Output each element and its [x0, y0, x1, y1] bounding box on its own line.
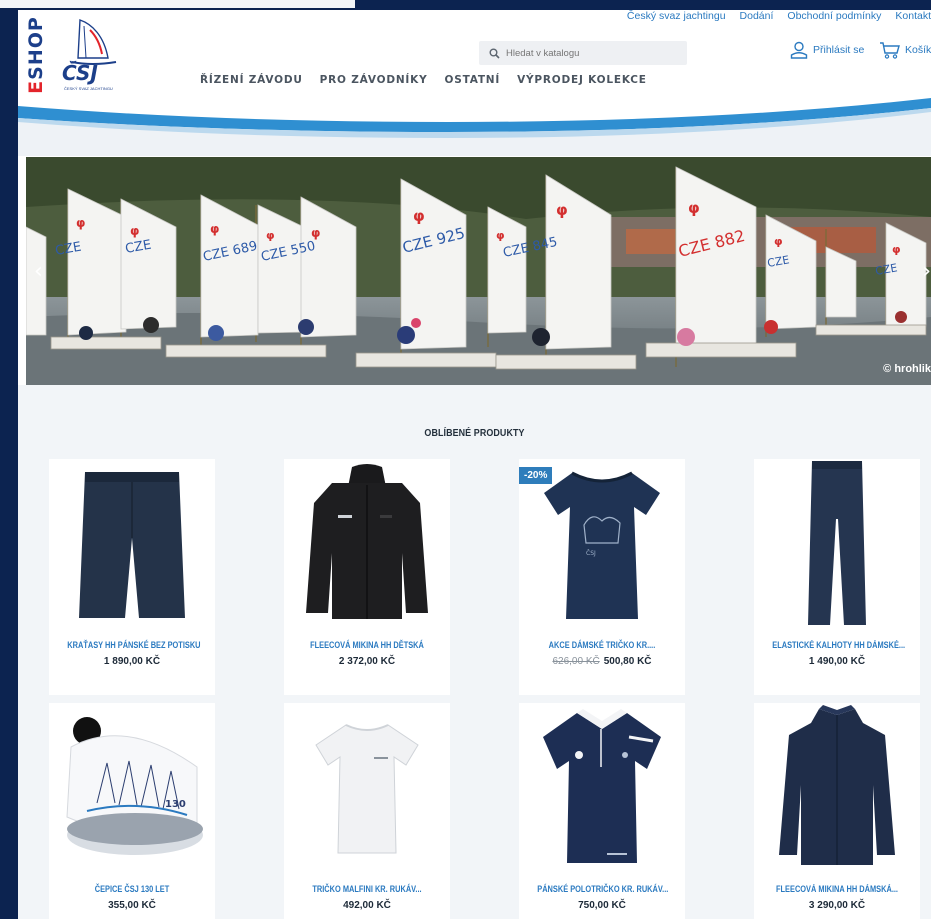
svg-text:130: 130	[165, 799, 186, 810]
beanie-icon: 130	[66, 717, 203, 855]
product-card[interactable]: TRIČKO MALFINI KR. RUKÁV... 492,00 KČ	[284, 703, 450, 919]
svg-text:φ: φ	[496, 229, 505, 242]
search-box[interactable]	[479, 41, 687, 65]
pants-icon	[808, 461, 866, 625]
photo-credit: © hrohlik	[883, 363, 931, 375]
hoodie-icon	[306, 464, 428, 619]
section-title: OBLÍBENÉ PRODUKTY	[424, 427, 525, 439]
svg-text:φ: φ	[130, 224, 139, 238]
product-name[interactable]: KRAŤASY HH PÁNSKÉ BEZ POTISKU	[67, 640, 200, 651]
product-card[interactable]: ELASTICKÉ KALHOTY HH DÁMSKÉ... 1 490,00 …	[754, 459, 920, 695]
svg-text:φ: φ	[413, 207, 425, 225]
svg-text:φ: φ	[556, 201, 568, 219]
svg-text:φ: φ	[266, 229, 275, 242]
jacket-icon	[779, 705, 895, 865]
search-input[interactable]	[506, 47, 666, 59]
old-price: 626,00 KČ	[552, 656, 600, 667]
svg-text:ČSJ: ČSJ	[586, 550, 596, 557]
eshop-page: ESHOP ČSJ ČESKÝ SVAZ JACHTINGU Český sva…	[18, 10, 931, 919]
chevron-left-icon: ‹	[34, 259, 43, 284]
product-card[interactable]: PÁNSKÉ POLOTRIČKO KR. RUKÁV... 750,00 KČ	[519, 703, 685, 919]
product-card[interactable]: 130 ČEPICE ČSJ 130 LET 355,00 KČ	[49, 703, 215, 919]
product-image[interactable]: ČSJ	[519, 459, 685, 627]
svg-text:φ: φ	[688, 199, 700, 217]
product-price: 2 372,00 KČ	[338, 656, 396, 667]
search-icon	[489, 48, 500, 59]
product-price: 626,00 KČ 500,80 KČ	[552, 656, 652, 667]
link-delivery[interactable]: Dodání	[740, 10, 774, 22]
product-name[interactable]: TRIČKO MALFINI KR. RUKÁV...	[302, 884, 431, 895]
cart-icon	[880, 42, 900, 59]
product-image[interactable]	[754, 703, 920, 871]
shorts-icon	[79, 472, 185, 618]
svg-text:ČSJ: ČSJ	[62, 61, 98, 85]
carousel-prev[interactable]: ‹	[34, 259, 43, 284]
svg-text:φ: φ	[892, 243, 901, 256]
chevron-right-icon: ›	[922, 259, 931, 284]
svg-text:φ: φ	[76, 216, 85, 230]
csj-logo[interactable]: ČSJ ČESKÝ SVAZ JACHTINGU	[52, 14, 120, 94]
product-image[interactable]	[284, 703, 450, 871]
nav-item-pro-zavodniky[interactable]: PRO ZÁVODNÍKY	[320, 74, 428, 86]
login-link[interactable]: Přihlásit se	[790, 41, 864, 59]
header-wave	[18, 98, 931, 156]
product-image[interactable]	[754, 459, 920, 627]
link-csj[interactable]: Český svaz jachtingu	[627, 10, 726, 22]
product-price: 1 890,00 KČ	[103, 656, 161, 667]
main-nav: ŘÍZENÍ ZÁVODU PRO ZÁVODNÍKY OSTATNÍ VÝPR…	[200, 74, 647, 86]
svg-text:φ: φ	[311, 226, 320, 240]
link-contact[interactable]: Kontakt	[895, 10, 931, 22]
link-terms[interactable]: Obchodní podmínky	[787, 10, 881, 22]
product-name[interactable]: FLEECOVÁ MIKINA HH DĚTSKÁ	[302, 640, 431, 651]
svg-text:ČESKÝ SVAZ JACHTINGU: ČESKÝ SVAZ JACHTINGU	[64, 86, 113, 91]
nav-item-ostatni[interactable]: OSTATNÍ	[444, 74, 500, 86]
product-image[interactable]	[519, 703, 685, 871]
tshirt-icon	[315, 724, 419, 854]
login-label: Přihlásit se	[813, 44, 865, 56]
product-price: 1 490,00 KČ	[808, 656, 866, 667]
product-card[interactable]: FLEECOVÁ MIKINA HH DÁMSKÁ... 3 290,00 KČ	[754, 703, 920, 919]
product-name[interactable]: PÁNSKÉ POLOTRIČKO KR. RUKÁV...	[537, 884, 668, 895]
product-price: 492,00 KČ	[343, 900, 391, 911]
product-price: 750,00 KČ	[578, 900, 626, 911]
nav-item-rizeni-zavodu[interactable]: ŘÍZENÍ ZÁVODU	[200, 74, 303, 86]
cart-link[interactable]: Košík	[879, 41, 931, 59]
product-name[interactable]: ELASTICKÉ KALHOTY HH DÁMSKÉ...	[772, 640, 905, 651]
hero-banner[interactable]: φ φ φ φ φ φ φ φ φ φ φ CZE CZE CZE 689 CZ…	[26, 157, 931, 385]
nav-item-vyprodej-kolekce[interactable]: VÝPRODEJ KOLEKCE	[517, 74, 647, 86]
product-card[interactable]: ČSJ -20% AKCE DÁMSKÉ TRIČKO KR.... 626,0…	[519, 459, 685, 695]
product-name[interactable]: ČEPICE ČSJ 130 LET	[67, 884, 196, 895]
svg-text:φ: φ	[774, 235, 783, 248]
product-name[interactable]: FLEECOVÁ MIKINA HH DÁMSKÁ...	[772, 884, 901, 895]
eshop-badge[interactable]: ESHOP	[23, 12, 49, 102]
product-card[interactable]: FLEECOVÁ MIKINA HH DĚTSKÁ 2 372,00 KČ	[284, 459, 450, 695]
product-image[interactable]	[49, 459, 215, 627]
product-card[interactable]: KRAŤASY HH PÁNSKÉ BEZ POTISKU 1 890,00 K…	[49, 459, 215, 695]
top-links: Český svaz jachtingu Dodání Obchodní pod…	[627, 10, 931, 22]
favorite-products: OBLÍBENÉ PRODUKTY KRAŤASY HH PÁNSKÉ BEZ …	[18, 385, 931, 919]
product-name[interactable]: AKCE DÁMSKÉ TRIČKO KR....	[537, 640, 666, 651]
tshirt-icon: ČSJ	[544, 471, 660, 619]
carousel-next[interactable]: ›	[922, 259, 931, 284]
product-image[interactable]: 130	[49, 703, 215, 871]
hero-photo: φ φ φ φ φ φ φ φ φ φ φ CZE CZE CZE 689 CZ…	[26, 157, 931, 385]
cart-label: Košík	[905, 44, 931, 56]
product-image[interactable]	[284, 459, 450, 627]
top-edge-strip	[0, 0, 355, 8]
discount-badge: -20%	[519, 467, 553, 484]
product-price: 3 290,00 KČ	[808, 900, 866, 911]
product-price: 355,00 KČ	[108, 900, 156, 911]
user-icon	[790, 41, 808, 59]
svg-text:φ: φ	[210, 222, 219, 236]
polo-icon	[543, 709, 661, 863]
